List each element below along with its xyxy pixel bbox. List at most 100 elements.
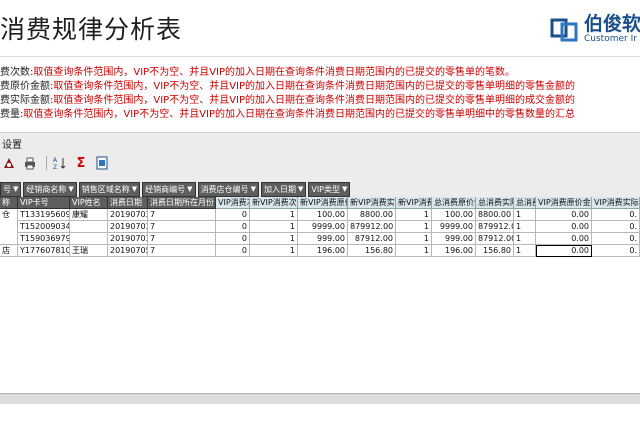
value-cell[interactable]: 1 — [250, 221, 298, 233]
value-cell[interactable]: 196.00 — [298, 245, 348, 257]
chevron-down-icon[interactable]: ▼ — [68, 183, 73, 196]
value-cell[interactable]: 0. — [592, 245, 640, 257]
value-cell[interactable]: 999.00 — [298, 233, 348, 245]
pivot-toolbar: AZ Σ — [0, 154, 114, 172]
field-chip-label: 销售区域名称 — [81, 185, 130, 194]
value-cell[interactable]: 1 — [396, 233, 432, 245]
column-header[interactable]: VIP消费实际 — [592, 197, 640, 209]
field-chip[interactable]: 加入日期 ▼ — [260, 182, 307, 197]
value-cell[interactable]: 1 — [250, 209, 298, 221]
column-header[interactable]: 总消费量 — [514, 197, 536, 209]
field-chip[interactable]: 经销商名称 ▼ — [23, 182, 77, 197]
value-cell[interactable]: 1 — [396, 221, 432, 233]
store-cell: 店 — [0, 245, 18, 257]
print-icon[interactable] — [21, 154, 39, 172]
value-cell[interactable]: 9999.00 — [298, 221, 348, 233]
svg-text:A: A — [53, 157, 58, 164]
value-cell[interactable]: 0.00 — [536, 233, 592, 245]
value-cell[interactable]: 100.00 — [298, 209, 348, 221]
value-cell[interactable]: 1 — [396, 209, 432, 221]
column-header[interactable]: 新VIP消费次数 — [250, 197, 298, 209]
definition-label: 费原价金额: — [0, 81, 54, 92]
value-cell[interactable]: 1 — [514, 221, 536, 233]
vip-name-cell — [70, 233, 108, 245]
value-cell[interactable]: 156.80 — [476, 245, 514, 257]
value-cell[interactable]: 999.00 — [432, 233, 476, 245]
value-cell[interactable]: 196.00 — [432, 245, 476, 257]
value-cell[interactable]: 1 — [514, 209, 536, 221]
row-field-chip[interactable]: VIP卡号 — [18, 197, 70, 209]
column-header[interactable]: 新VIP消费实际金额 — [348, 197, 396, 209]
chevron-down-icon[interactable]: ▼ — [342, 183, 347, 196]
definition-label: 费量: — [0, 109, 24, 120]
value-cell[interactable]: 0. — [592, 233, 640, 245]
column-header[interactable]: 新VIP消费量 — [396, 197, 432, 209]
definition-text: 取值查询条件范围内，VIP不为空、并且VIP的加入日期在查询条件消费日期范围内的… — [53, 81, 576, 92]
chevron-down-icon[interactable]: ▼ — [251, 183, 256, 196]
toolbar-separator — [46, 156, 47, 170]
field-chip-label: 加入日期 — [263, 185, 296, 194]
sum-icon[interactable]: Σ — [72, 154, 90, 172]
footer — [0, 404, 640, 426]
value-cell[interactable]: 8800.00 — [348, 209, 396, 221]
value-cell[interactable]: 156.80 — [348, 245, 396, 257]
value-cell[interactable]: 0. — [592, 209, 640, 221]
value-cell[interactable]: 1 — [514, 233, 536, 245]
value-cell[interactable]: 879912.00 — [348, 221, 396, 233]
value-cell[interactable]: 0 — [216, 221, 250, 233]
definition-text: 取值查询条件范围内，VIP不为空、并且VIP的加入日期在查询条件消费日期范围内的… — [23, 109, 576, 120]
row-field-chip[interactable]: 消费日期 — [108, 197, 148, 209]
vip-name-cell: 康耀 — [70, 209, 108, 221]
field-chip-label: 经销商名称 — [26, 185, 67, 194]
value-cell[interactable]: 0 — [216, 233, 250, 245]
date-cell: 20190705 — [108, 245, 148, 257]
field-chip[interactable]: 经销商编号 ▼ — [142, 182, 196, 197]
value-cell[interactable]: 87912.00 — [476, 233, 514, 245]
value-cell[interactable]: 0 — [216, 245, 250, 257]
value-cell[interactable]: 87912.00 — [348, 233, 396, 245]
horizontal-scrollbar[interactable] — [0, 393, 640, 404]
definition-text: 取值查询条件范围内，VIP不为空、并且VIP的加入日期在查询条件消费日期范围内的… — [53, 95, 576, 106]
value-cell[interactable]: 0.00 — [536, 221, 592, 233]
field-chip[interactable]: 号 ▼ — [0, 182, 22, 197]
column-header[interactable]: 新VIP消费原价金额 — [298, 197, 348, 209]
column-header[interactable]: 总消费原价金额 — [432, 197, 476, 209]
field-chip[interactable]: VIP类型 ▼ — [308, 182, 351, 197]
value-cell[interactable]: 1 — [514, 245, 536, 257]
value-cell[interactable]: 879912.00 — [476, 221, 514, 233]
row-field-chip[interactable]: 消费日期所在月份 — [148, 197, 216, 209]
month-cell: 7 — [148, 233, 216, 245]
column-header[interactable]: VIP消费原价金额 — [536, 197, 592, 209]
value-cell-selected[interactable]: 0.00 — [536, 245, 592, 257]
chevron-down-icon[interactable]: ▼ — [13, 183, 18, 196]
settings-label[interactable]: 设置 — [2, 136, 22, 151]
month-cell: 7 — [148, 245, 216, 257]
export-icon[interactable] — [93, 154, 111, 172]
sort-icon[interactable]: AZ — [51, 154, 69, 172]
value-cell[interactable]: 0.00 — [536, 209, 592, 221]
chevron-down-icon[interactable]: ▼ — [132, 183, 137, 196]
field-chip[interactable]: 消费店仓编号 ▼ — [197, 182, 259, 197]
column-header[interactable]: 总消费实际金额 — [476, 197, 514, 209]
header-divider — [0, 56, 640, 57]
value-cell[interactable]: 1 — [250, 245, 298, 257]
value-cell[interactable]: 1 — [250, 233, 298, 245]
value-cell[interactable]: 9999.00 — [432, 221, 476, 233]
vip-card-cell: Y17760781029 — [18, 245, 70, 257]
column-header[interactable]: VIP消费次数 — [216, 197, 250, 209]
row-field-chip[interactable]: 称 — [0, 197, 18, 209]
value-cell[interactable]: 100.00 — [432, 209, 476, 221]
value-cell[interactable]: 1 — [396, 245, 432, 257]
value-cell[interactable]: 0. — [592, 221, 640, 233]
chevron-down-icon[interactable]: ▼ — [187, 183, 192, 196]
refresh-icon[interactable] — [0, 154, 18, 172]
definition-item: 费实际金额:取值查询条件范围内，VIP不为空、并且VIP的加入日期在查询条件消费… — [0, 94, 640, 108]
chevron-down-icon[interactable]: ▼ — [298, 183, 303, 196]
value-cell[interactable]: 8800.00 — [476, 209, 514, 221]
logo-icon — [550, 14, 580, 44]
field-chip-label: 号 — [3, 185, 11, 194]
value-cell[interactable]: 0 — [216, 209, 250, 221]
field-chip[interactable]: 销售区域名称 ▼ — [78, 182, 141, 197]
page-title: 消费规律分析表 — [0, 15, 183, 44]
row-field-chip[interactable]: VIP姓名 — [70, 197, 108, 209]
